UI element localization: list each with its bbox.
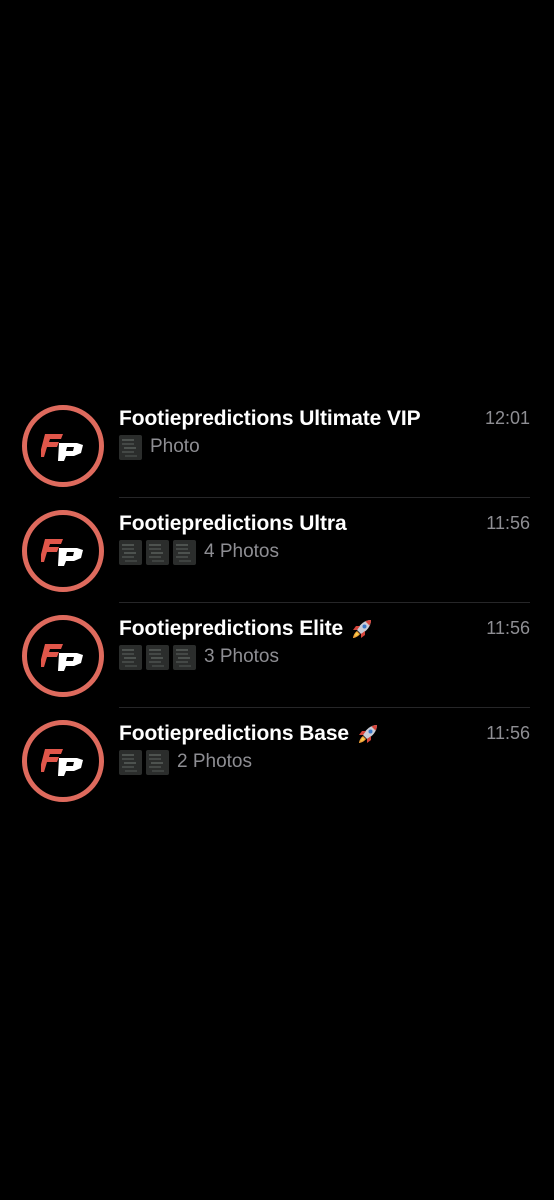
chat-row-base[interactable]: Footiepredictions Base 11:56 2 Photos	[0, 708, 554, 813]
photo-thumbnail	[146, 644, 169, 670]
message-preview: 4 Photos	[119, 539, 279, 565]
chat-timestamp: 11:56	[486, 513, 530, 533]
preview-text: 3 Photos	[204, 646, 279, 667]
chat-title-line: Footiepredictions Ultra	[119, 511, 530, 537]
fp-logo-icon	[41, 539, 83, 566]
chat-avatar	[22, 510, 104, 592]
message-preview: Photo	[119, 434, 200, 460]
preview-text: Photo	[150, 436, 200, 457]
chat-timestamp: 11:56	[486, 723, 530, 743]
photo-thumbnail	[146, 749, 169, 775]
chat-row-ultimate-vip[interactable]: Footiepredictions Ultimate VIP 12:01 Pho…	[0, 393, 554, 498]
chat-title: Footiepredictions Base	[119, 722, 350, 745]
chat-title: Footiepredictions Ultra	[119, 512, 347, 535]
fp-logo-icon	[41, 749, 83, 776]
chat-avatar	[22, 720, 104, 802]
chat-title: Footiepredictions Ultimate VIP	[119, 407, 421, 430]
message-preview: 3 Photos	[119, 644, 279, 670]
chat-row-elite[interactable]: Footiepredictions Elite 11:56 3 Photos	[0, 603, 554, 708]
chat-avatar	[22, 615, 104, 697]
chat-list: Footiepredictions Ultimate VIP 12:01 Pho…	[0, 393, 554, 813]
preview-text: 4 Photos	[204, 541, 279, 562]
preview-text: 2 Photos	[177, 751, 252, 772]
message-preview: 2 Photos	[119, 749, 252, 775]
photo-thumbnail	[119, 749, 142, 775]
chat-title-line: Footiepredictions Ultimate VIP	[119, 406, 530, 432]
chat-title-line: Footiepredictions Base	[119, 721, 530, 747]
rocket-emoji-icon	[349, 616, 375, 642]
photo-thumbnail	[173, 539, 196, 565]
chat-row-ultra[interactable]: Footiepredictions Ultra 11:56 4 Photos	[0, 498, 554, 603]
chat-timestamp: 12:01	[484, 408, 530, 428]
photo-thumbnail	[119, 644, 142, 670]
chat-avatar	[22, 405, 104, 487]
rocket-emoji-icon	[355, 721, 381, 747]
fp-logo-icon	[41, 434, 83, 461]
chat-timestamp: 11:56	[486, 618, 530, 638]
photo-thumbnail	[119, 539, 142, 565]
photo-thumbnail	[173, 644, 196, 670]
fp-logo-icon	[41, 644, 83, 671]
chat-title-line: Footiepredictions Elite	[119, 616, 530, 642]
photo-thumbnail	[119, 434, 142, 460]
photo-thumbnail	[146, 539, 169, 565]
chat-title: Footiepredictions Elite	[119, 617, 344, 640]
